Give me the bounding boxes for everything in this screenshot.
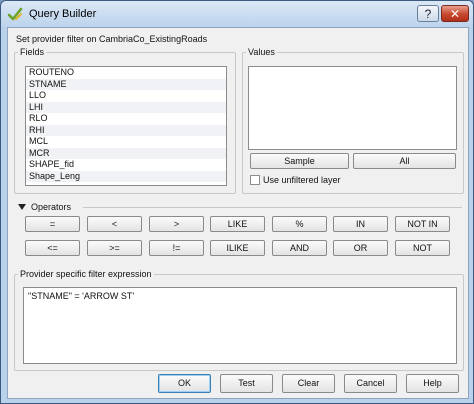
qgis-app-icon bbox=[7, 7, 23, 21]
operator-button[interactable]: != bbox=[149, 240, 204, 256]
field-item[interactable]: LLO bbox=[26, 90, 226, 102]
operator-button[interactable]: % bbox=[272, 216, 327, 232]
fields-list[interactable]: ROUTENO STNAME LLO LHI RLO RHI MCL MCR SHAPE_fid… bbox=[25, 66, 227, 186]
operator-button[interactable]: > bbox=[149, 216, 204, 232]
provider-filter-label: Set provider filter on CambriaCo_Existin… bbox=[16, 34, 208, 44]
close-button[interactable]: ✕ bbox=[441, 5, 469, 22]
title-bar[interactable]: Query Builder ? ✕ bbox=[1, 1, 473, 27]
operator-button[interactable]: NOT bbox=[395, 240, 450, 256]
field-item[interactable]: RLO bbox=[26, 113, 226, 125]
operators-divider bbox=[83, 207, 462, 208]
values-list[interactable] bbox=[248, 66, 457, 150]
field-item[interactable]: STNAME bbox=[26, 78, 226, 90]
operator-button[interactable]: >= bbox=[87, 240, 142, 256]
operator-button[interactable]: LIKE bbox=[210, 216, 265, 232]
help-title-button[interactable]: ? bbox=[417, 5, 439, 22]
field-item[interactable]: SHAPE_fid bbox=[26, 159, 226, 171]
use-unfiltered-checkbox[interactable] bbox=[250, 175, 260, 185]
filter-expression-input[interactable]: "STNAME" = 'ARROW ST' bbox=[23, 287, 457, 364]
help-button[interactable]: Help bbox=[406, 374, 459, 393]
fields-group-title: Fields bbox=[18, 47, 47, 57]
window-title: Query Builder bbox=[29, 8, 97, 20]
operator-button[interactable]: < bbox=[87, 216, 142, 232]
all-button[interactable]: All bbox=[353, 153, 456, 169]
values-group-title: Values bbox=[246, 47, 277, 57]
operator-button[interactable]: IN bbox=[333, 216, 388, 232]
dialog-body: Set provider filter on CambriaCo_Existin… bbox=[7, 27, 469, 399]
operator-button[interactable]: ILIKE bbox=[210, 240, 265, 256]
expression-group-title: Provider specific filter expression bbox=[18, 269, 154, 279]
field-item[interactable]: MCR bbox=[26, 147, 226, 159]
test-button[interactable]: Test bbox=[220, 374, 273, 393]
operator-button[interactable]: = bbox=[25, 216, 80, 232]
operators-title: Operators bbox=[31, 202, 72, 212]
ok-button[interactable]: OK bbox=[158, 374, 211, 393]
clear-button[interactable]: Clear bbox=[282, 374, 335, 393]
collapse-arrow-icon[interactable] bbox=[18, 204, 26, 210]
sample-button[interactable]: Sample bbox=[250, 153, 349, 169]
field-item[interactable]: ROUTENO bbox=[26, 67, 226, 79]
cancel-button[interactable]: Cancel bbox=[344, 374, 397, 393]
use-unfiltered-label: Use unfiltered layer bbox=[263, 175, 341, 185]
operator-button[interactable]: AND bbox=[272, 240, 327, 256]
operator-button[interactable]: NOT IN bbox=[395, 216, 450, 232]
query-builder-window: Query Builder ? ✕ Set provider filter on… bbox=[0, 0, 474, 404]
operator-button[interactable]: <= bbox=[25, 240, 80, 256]
field-item[interactable]: MCL bbox=[26, 136, 226, 148]
field-item[interactable]: RHI bbox=[26, 124, 226, 136]
filter-expression-text: "STNAME" = 'ARROW ST' bbox=[28, 291, 135, 301]
operator-button[interactable]: OR bbox=[333, 240, 388, 256]
field-item[interactable]: Shape_Leng bbox=[26, 170, 226, 182]
field-item[interactable]: LHI bbox=[26, 101, 226, 113]
close-icon: ✕ bbox=[449, 6, 461, 21]
help-icon: ? bbox=[424, 6, 432, 21]
